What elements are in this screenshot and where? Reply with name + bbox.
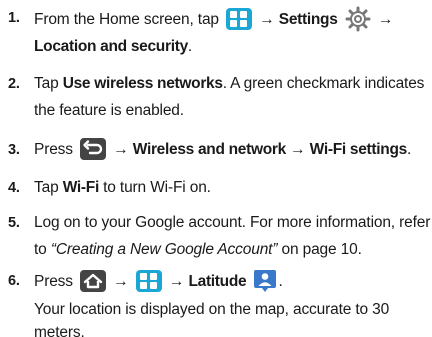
step-text: Tap: [34, 179, 59, 196]
step-text: Press: [34, 273, 73, 291]
step-number: 5.: [8, 215, 20, 231]
step-text: on page 10.: [281, 241, 362, 258]
step-number: 6.: [8, 273, 20, 289]
bold-text: Latitude: [188, 273, 247, 291]
arrow: →: [168, 273, 185, 291]
step-text-line: From the Home screen, tap → Settings →: [34, 6, 394, 32]
back-arrow-icon: [80, 138, 107, 160]
step-text: to turn Wi-Fi on.: [103, 179, 211, 196]
step-text: .: [406, 141, 412, 159]
arrow: →: [113, 273, 129, 291]
arrow: →: [377, 11, 394, 29]
step-text-line: the feature is enabled.: [34, 100, 184, 122]
step-text-line: Location and security.: [34, 36, 192, 58]
cross-reference-link[interactable]: “Creating a New Google Account”: [51, 241, 278, 258]
arrow: →: [259, 11, 275, 29]
step-text-line: Tap Wi-Fi to turn Wi-Fi on.: [34, 177, 211, 199]
step-text: meters.: [34, 324, 85, 337]
bold-text: Wi-Fi settings: [309, 141, 408, 159]
step-text-line: to “Creating a New Google Account” on pa…: [34, 239, 362, 261]
step-text-line: Press → Wireless and network → Wi-Fi set…: [34, 138, 412, 161]
step-text: . A green checkmark indicates: [222, 75, 425, 92]
arrow: →: [290, 141, 306, 159]
step-text: the feature is enabled.: [34, 102, 184, 119]
step-number: 3.: [8, 142, 20, 158]
step-number: 2.: [8, 76, 20, 92]
arrow: →: [113, 141, 129, 159]
step-number: 4.: [8, 180, 20, 196]
step-text: .: [278, 273, 283, 291]
step-text: Your location is displayed on the map, a…: [34, 301, 390, 318]
step-text: Tap: [34, 75, 59, 92]
step-text-line: Your location is displayed on the map, a…: [34, 299, 389, 321]
bold-text: Wi-Fi: [62, 179, 100, 196]
step-text-line: Tap Use wireless networks. A green check…: [34, 73, 424, 95]
step-number: 1.: [8, 10, 20, 26]
step-text: Log on to your Google account. For more …: [34, 214, 431, 231]
home-icon: [80, 270, 107, 292]
step-text: Press: [34, 141, 73, 159]
bold-text: Location and security: [34, 38, 188, 55]
step-text: to: [34, 241, 47, 258]
step-text-line: meters.: [34, 323, 85, 337]
apps-grid-icon: [135, 270, 162, 292]
step-text: .: [187, 38, 193, 55]
bold-text: Wireless and network: [132, 141, 287, 159]
step-text-line: Log on to your Google account. For more …: [34, 212, 430, 234]
bold-text: Use wireless networks: [62, 75, 223, 92]
bold-text: Settings: [278, 11, 338, 29]
step-text-line: Press → → Latitude .: [34, 270, 283, 292]
settings-gear-icon: [345, 6, 371, 32]
apps-grid-icon: [226, 8, 253, 30]
step-text: From the Home screen, tap: [34, 11, 219, 29]
latitude-person-icon: [253, 269, 277, 293]
